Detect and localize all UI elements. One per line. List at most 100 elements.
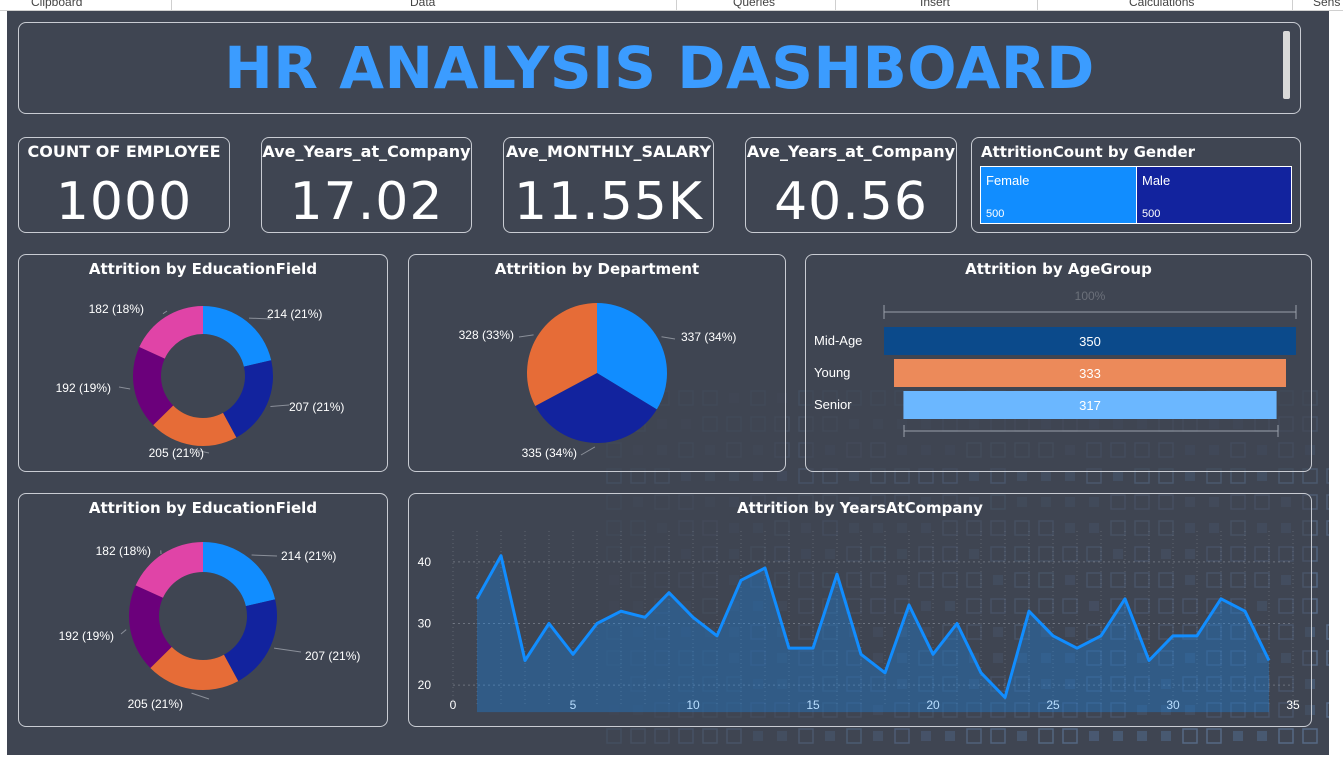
- pattern-cell: [1017, 471, 1027, 481]
- ribbon-group-data[interactable]: Data: [410, 0, 435, 9]
- pie-slice[interactable]: [203, 542, 276, 607]
- pattern-cell: [894, 728, 910, 744]
- pattern-cell: [990, 728, 1006, 744]
- slice-data-label: 205 (21%): [128, 697, 183, 711]
- leader-line: [518, 334, 534, 338]
- kpi-label: Ave_Years_at_Company: [262, 142, 471, 161]
- area-chart-years-at-company[interactable]: 2030400 5 10 15 20 25 30 35: [409, 494, 1311, 726]
- pattern-cell: [798, 728, 814, 744]
- pattern-cell: [630, 728, 646, 744]
- bar-data-label: 317: [1079, 398, 1101, 413]
- area-fill: [477, 555, 1269, 713]
- chart-panel-agegroup[interactable]: Attrition by AgeGroup 100% 350 Mid-Age 333 Y…: [805, 254, 1312, 472]
- slice-data-label: 207 (21%): [289, 400, 344, 414]
- pattern-cell: [873, 731, 883, 741]
- pattern-cell: [1137, 731, 1147, 741]
- kpi-label: Ave_MONTHLY_SALARY: [505, 142, 712, 161]
- ribbon-bar: Clipboard Data Queries Insert Calculatio…: [0, 0, 1343, 11]
- tile-label: Female: [986, 173, 1030, 188]
- kpi-value: 11.55K: [514, 172, 703, 232]
- treemap-attrition-gender[interactable]: AttritionCount by Gender Female 500 Male…: [971, 137, 1301, 233]
- pattern-cell: [846, 728, 862, 744]
- pattern-cell: [1041, 471, 1051, 481]
- slice-data-label: 328 (33%): [459, 328, 514, 342]
- ribbon-divider: [1037, 0, 1038, 10]
- pie-slice[interactable]: [223, 360, 273, 438]
- ribbon-divider: [1292, 0, 1293, 10]
- pattern-cell: [705, 471, 715, 481]
- pattern-cell: [681, 471, 691, 481]
- pattern-cell: [777, 471, 787, 481]
- title-banner: HR ANALYSIS DASHBOARD: [18, 22, 1301, 114]
- chart-title: AttritionCount by Gender: [981, 143, 1196, 161]
- pie-slice[interactable]: [203, 306, 272, 367]
- chart-panel-education-field-2[interactable]: Attrition by EducationField 214 (21%) 207…: [18, 493, 388, 727]
- slice-data-label: 182 (18%): [89, 302, 144, 316]
- tile-value: 500: [986, 208, 1005, 220]
- leader-line: [191, 692, 210, 700]
- slice-data-label: 192 (19%): [59, 629, 114, 643]
- chart-panel-education-field[interactable]: Attrition by EducationField 214 (21%) 207…: [18, 254, 388, 472]
- pattern-cell: [1185, 471, 1195, 481]
- axis-label: 100%: [1075, 289, 1106, 303]
- y-tick-label: 40: [418, 555, 432, 569]
- pattern-cell: [1065, 471, 1075, 481]
- ribbon-divider: [676, 0, 677, 10]
- treemap-tile-male[interactable]: Male 500: [1136, 166, 1292, 224]
- y-tick-label: 20: [418, 678, 432, 692]
- ribbon-group-calculations[interactable]: Calculations: [1129, 0, 1194, 9]
- kpi-card-avg-salary[interactable]: Ave_MONTHLY_SALARY 11.55K: [503, 137, 714, 233]
- x-tick-label: 35: [1286, 698, 1300, 712]
- leader-line: [162, 310, 168, 315]
- kpi-card-avg-years[interactable]: Ave_Years_at_Company 17.02: [261, 137, 472, 233]
- pattern-cell: [1113, 471, 1123, 481]
- pattern-cell: [1326, 650, 1329, 666]
- leader-line: [274, 647, 302, 653]
- leader-line: [118, 386, 131, 390]
- leader-line: [661, 336, 676, 340]
- ribbon-group-clipboard[interactable]: Clipboard: [31, 0, 82, 9]
- ribbon-divider: [171, 0, 172, 10]
- treemap-tile-female[interactable]: Female 500: [980, 166, 1137, 224]
- scrollbar[interactable]: [1283, 31, 1290, 99]
- pattern-cell: [678, 728, 694, 744]
- pattern-cell: [945, 731, 955, 741]
- pattern-cell: [1278, 728, 1294, 744]
- donut-chart-education-field[interactable]: 214 (21%) 207 (21%) 205 (21%) 192 (19%) 182 …: [19, 255, 387, 471]
- slice-data-label: 192 (19%): [56, 381, 111, 395]
- pattern-cell: [1161, 731, 1171, 741]
- leader-line: [251, 554, 278, 557]
- kpi-card-avg-years-2[interactable]: Ave_Years_at_Company 40.56: [745, 137, 957, 233]
- chart-panel-years-at-company[interactable]: Attrition by YearsAtCompany 20 30 40 0 5 10 15…: [408, 493, 1312, 727]
- kpi-card-employee-count[interactable]: COUNT OF EMPLOYEE 1000: [18, 137, 230, 233]
- pie-slice[interactable]: [223, 599, 277, 682]
- x-tick-label: 0: [450, 698, 457, 712]
- leader-line: [120, 629, 127, 635]
- donut-chart-education-field-2[interactable]: 214 (21%) 207 (21%) 205 (21%) 192 (19%) 182 …: [19, 494, 387, 726]
- pattern-cell: [753, 731, 763, 741]
- pattern-cell: [729, 471, 739, 481]
- ribbon-group-sensitivity[interactable]: Sens: [1313, 0, 1340, 9]
- ribbon-group-queries[interactable]: Queries: [733, 0, 775, 9]
- bar-chart-agegroup[interactable]: 100% 350 Mid-Age 333 Young 317 Senior: [806, 255, 1311, 471]
- pattern-cell: [825, 731, 835, 741]
- kpi-value: 40.56: [774, 172, 928, 232]
- slice-data-label: 337 (34%): [681, 330, 736, 344]
- pattern-cell: [921, 731, 931, 741]
- chart-panel-department[interactable]: Attrition by Department 337 (34%) 335 (34…: [408, 254, 786, 472]
- pattern-cell: [1257, 471, 1267, 481]
- tile-value: 500: [1142, 208, 1161, 220]
- pie-chart-department[interactable]: 337 (34%) 335 (34%) 328 (33%): [409, 255, 785, 471]
- pattern-cell: [726, 728, 742, 744]
- pattern-cell: [1326, 624, 1329, 640]
- pattern-cell: [753, 471, 763, 481]
- kpi-value: 1000: [55, 172, 193, 232]
- pattern-cell: [1233, 731, 1243, 741]
- pattern-cell: [1062, 728, 1078, 744]
- slice-data-label: 214 (21%): [281, 549, 336, 563]
- leader-line: [270, 404, 290, 407]
- pie-slice[interactable]: [139, 306, 203, 359]
- ribbon-group-insert[interactable]: Insert: [920, 0, 950, 9]
- pattern-cell: [1326, 494, 1329, 510]
- slice-data-label: 335 (34%): [522, 446, 577, 460]
